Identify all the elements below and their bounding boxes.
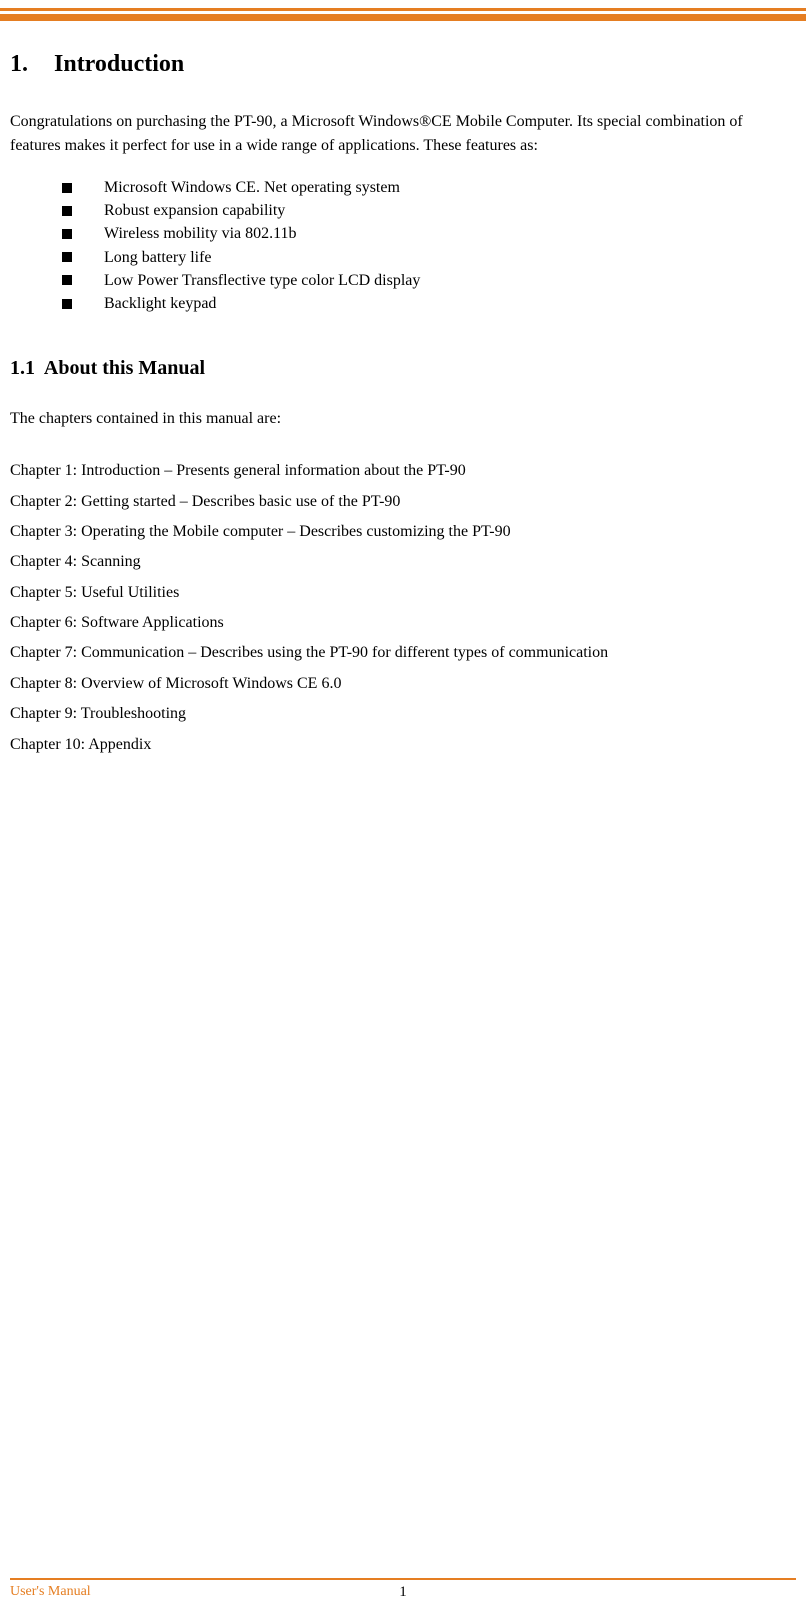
list-item: Chapter 8: Overview of Microsoft Windows… bbox=[10, 669, 796, 699]
features-list: Microsoft Windows CE. Net operating syst… bbox=[10, 176, 796, 315]
header-rule-bold bbox=[0, 14, 806, 21]
footer-rule bbox=[10, 1578, 796, 1580]
square-bullet-icon bbox=[62, 299, 72, 309]
subsection-title: About this Manual bbox=[44, 357, 205, 379]
square-bullet-icon bbox=[62, 206, 72, 216]
list-item: Chapter 10: Appendix bbox=[10, 730, 796, 760]
list-item: Low Power Transflective type color LCD d… bbox=[62, 269, 796, 292]
feature-text: Long battery life bbox=[104, 246, 212, 269]
square-bullet-icon bbox=[62, 229, 72, 239]
feature-text: Low Power Transflective type color LCD d… bbox=[104, 269, 420, 292]
section-heading: 1. Introduction bbox=[10, 51, 796, 78]
list-item: Chapter 3: Operating the Mobile computer… bbox=[10, 517, 796, 547]
feature-text: Robust expansion capability bbox=[104, 199, 285, 222]
feature-text: Wireless mobility via 802.11b bbox=[104, 222, 297, 245]
list-item: Backlight keypad bbox=[62, 292, 796, 315]
subsection-number: 1.1 bbox=[10, 357, 35, 379]
feature-text: Backlight keypad bbox=[104, 292, 216, 315]
footer-row: User's Manual 1 bbox=[10, 1584, 796, 1600]
square-bullet-icon bbox=[62, 252, 72, 262]
list-item: Robust expansion capability bbox=[62, 199, 796, 222]
list-item: Wireless mobility via 802.11b bbox=[62, 222, 796, 245]
list-item: Chapter 4: Scanning bbox=[10, 547, 796, 577]
intro-paragraph: Congratulations on purchasing the PT-90,… bbox=[10, 110, 796, 158]
list-item: Chapter 5: Useful Utilities bbox=[10, 578, 796, 608]
section-title: Introduction bbox=[54, 51, 184, 77]
list-item: Chapter 9: Troubleshooting bbox=[10, 699, 796, 729]
square-bullet-icon bbox=[62, 275, 72, 285]
list-item: Chapter 7: Communication – Describes usi… bbox=[10, 638, 796, 668]
subsection-heading: 1.1 About this Manual bbox=[10, 357, 796, 380]
list-item: Chapter 2: Getting started – Describes b… bbox=[10, 487, 796, 517]
list-item: Long battery life bbox=[62, 246, 796, 269]
list-item: Microsoft Windows CE. Net operating syst… bbox=[62, 176, 796, 199]
feature-text: Microsoft Windows CE. Net operating syst… bbox=[104, 176, 400, 199]
chapters-intro: The chapters contained in this manual ar… bbox=[10, 410, 796, 428]
page-content: 1. Introduction Congratulations on purch… bbox=[0, 21, 806, 760]
list-item: Chapter 1: Introduction – Presents gener… bbox=[10, 456, 796, 486]
page-number: 1 bbox=[399, 1584, 407, 1601]
header-rule-thin bbox=[0, 8, 806, 11]
page-footer: User's Manual 1 bbox=[0, 1578, 806, 1600]
chapters-list: Chapter 1: Introduction – Presents gener… bbox=[10, 456, 796, 760]
section-number: 1. bbox=[10, 51, 48, 78]
square-bullet-icon bbox=[62, 183, 72, 193]
list-item: Chapter 6: Software Applications bbox=[10, 608, 796, 638]
footer-manual-label: User's Manual bbox=[10, 1584, 91, 1600]
